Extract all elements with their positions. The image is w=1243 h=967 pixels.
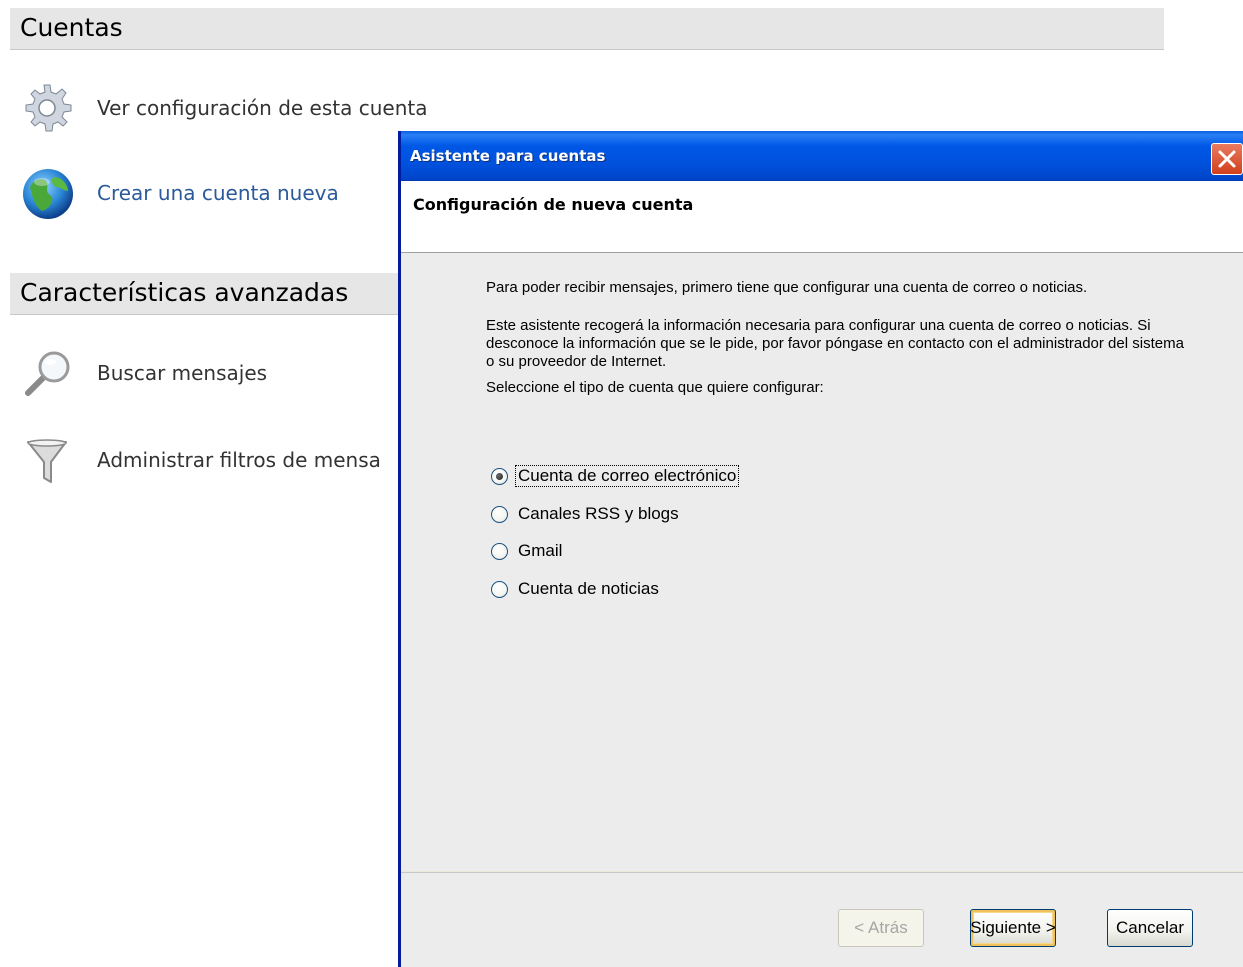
back-button[interactable]: < Atrás	[838, 909, 924, 947]
gear-icon	[20, 80, 76, 136]
dialog-titlebar[interactable]: Asistente para cuentas	[401, 131, 1243, 181]
radio-button[interactable]	[491, 467, 508, 485]
radio-label[interactable]: Cuenta de noticias	[516, 579, 661, 599]
cancel-button[interactable]: Cancelar	[1107, 909, 1193, 947]
create-account-item[interactable]: Crear una cuenta nueva	[20, 163, 339, 223]
message-filters-link[interactable]: Administrar filtros de mensa	[97, 448, 381, 472]
close-button[interactable]	[1211, 143, 1243, 175]
radio-button[interactable]	[491, 505, 508, 523]
radio-rss-feeds[interactable]: Canales RSS y blogs	[491, 501, 681, 527]
section-title: Cuentas	[20, 13, 123, 42]
account-wizard-dialog: Asistente para cuentas Configuración de …	[398, 131, 1243, 967]
radio-newsgroup-account[interactable]: Cuenta de noticias	[491, 576, 661, 602]
search-messages-item[interactable]: Buscar mensajes	[20, 343, 267, 403]
message-filters-item[interactable]: Administrar filtros de mensa	[20, 430, 381, 490]
section-header-cuentas: Cuentas	[10, 8, 1164, 50]
radio-button[interactable]	[491, 542, 508, 560]
select-prompt: Seleccione el tipo de cuenta que quiere …	[486, 379, 824, 396]
section-title: Características avanzadas	[20, 278, 349, 307]
next-button[interactable]: Siguiente >	[970, 909, 1056, 947]
intro-paragraph: Para poder recibir mensajes, primero tie…	[486, 279, 1088, 296]
wizard-body: Para poder recibir mensajes, primero tie…	[401, 253, 1243, 871]
close-icon	[1218, 150, 1236, 168]
radio-gmail[interactable]: Gmail	[491, 538, 564, 564]
globe-icon	[20, 165, 76, 221]
search-messages-link[interactable]: Buscar mensajes	[97, 361, 267, 385]
wizard-header: Configuración de nueva cuenta	[401, 181, 1243, 253]
create-account-link[interactable]: Crear una cuenta nueva	[97, 181, 339, 205]
dialog-title: Asistente para cuentas	[410, 147, 606, 165]
radio-email-account[interactable]: Cuenta de correo electrónico	[491, 463, 740, 489]
radio-label[interactable]: Canales RSS y blogs	[516, 504, 681, 524]
info-paragraph: Este asistente recogerá la información n…	[486, 317, 1184, 370]
radio-button[interactable]	[491, 580, 508, 598]
radio-label[interactable]: Gmail	[516, 541, 564, 561]
view-settings-link[interactable]: Ver configuración de esta cuenta	[97, 96, 427, 120]
wizard-footer: < Atrás Siguiente > Cancelar	[401, 872, 1243, 967]
magnifier-icon	[20, 345, 76, 401]
radio-label[interactable]: Cuenta de correo electrónico	[514, 465, 740, 487]
wizard-page-title: Configuración de nueva cuenta	[413, 195, 694, 214]
funnel-icon	[20, 432, 76, 488]
view-settings-item[interactable]: Ver configuración de esta cuenta	[20, 78, 427, 138]
